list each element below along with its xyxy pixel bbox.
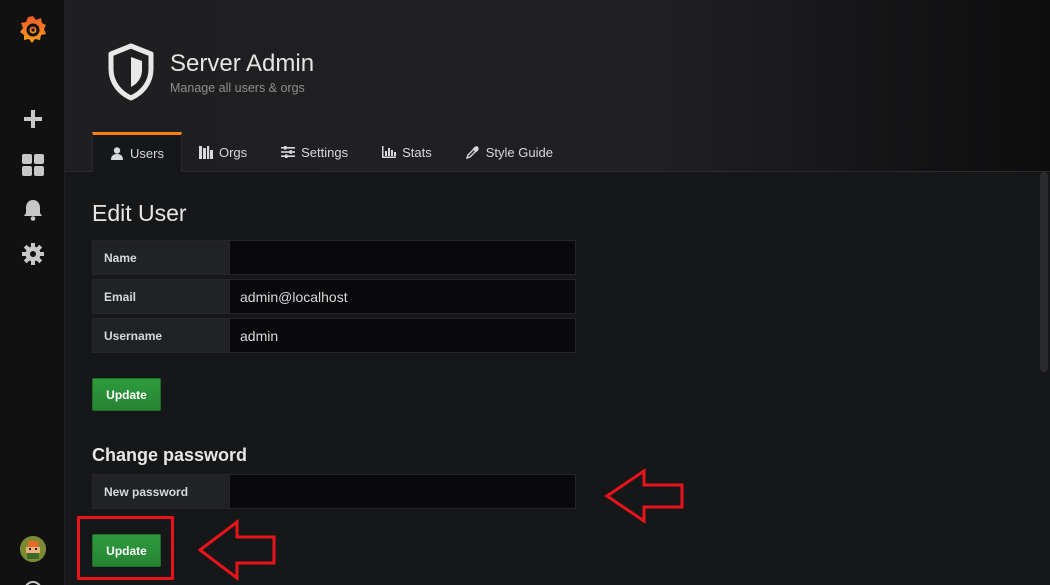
bell-icon[interactable] — [0, 190, 65, 230]
tab-label: Style Guide — [485, 144, 553, 160]
email-row: Email — [92, 279, 576, 314]
annotation-arrow-icon — [604, 468, 686, 529]
user-avatar[interactable] — [0, 529, 65, 569]
tab-stats[interactable]: Stats — [365, 132, 449, 172]
dashboards-icon[interactable] — [0, 145, 65, 185]
username-label: Username — [92, 318, 229, 353]
scrollbar[interactable] — [1040, 172, 1048, 372]
name-row: Name — [92, 240, 576, 275]
plus-icon[interactable] — [0, 99, 65, 139]
annotation-arrow-icon — [197, 518, 279, 585]
eyedropper-icon — [466, 145, 480, 159]
new-password-row: New password — [92, 474, 576, 509]
page-header: Server Admin Manage all users & orgs Use… — [65, 0, 1050, 172]
tab-label: Orgs — [218, 144, 248, 160]
sliders-icon — [281, 145, 296, 159]
avatar — [19, 536, 46, 562]
app-window: Server Admin Manage all users & orgs Use… — [0, 0, 1050, 585]
help-icon[interactable] — [0, 570, 65, 585]
bar-chart-icon — [382, 145, 397, 159]
tab-orgs[interactable]: Orgs — [182, 132, 264, 172]
section-title-change-password: Change password — [92, 445, 248, 465]
annotation-highlight-box — [77, 516, 174, 580]
building-icon — [198, 145, 213, 159]
email-field[interactable] — [229, 279, 576, 314]
username-field[interactable] — [229, 318, 576, 353]
tab-style-guide[interactable]: Style Guide — [449, 132, 570, 172]
tab-label: Users — [130, 146, 164, 161]
tab-users[interactable]: Users — [92, 132, 182, 172]
user-icon — [110, 147, 124, 161]
section-title-edit-user: Edit User — [92, 200, 187, 226]
email-label: Email — [92, 279, 229, 314]
name-label: Name — [92, 240, 229, 275]
tab-label: Settings — [301, 144, 349, 160]
page-title: Server Admin — [170, 50, 315, 77]
name-field[interactable] — [229, 240, 576, 275]
grafana-logo-icon[interactable] — [0, 10, 65, 50]
new-password-label: New password — [92, 474, 229, 509]
tab-label: Stats — [402, 144, 432, 160]
update-user-button[interactable]: Update — [92, 378, 161, 411]
tab-settings[interactable]: Settings — [264, 132, 365, 172]
username-row: Username — [92, 318, 576, 353]
sidebar — [0, 0, 65, 585]
tab-bar: Users Orgs Settings Stats Style Guide — [92, 132, 570, 172]
shield-icon — [107, 43, 155, 101]
gear-icon[interactable] — [0, 234, 65, 274]
new-password-field[interactable] — [229, 474, 576, 509]
page-subtitle: Manage all users & orgs — [170, 81, 305, 95]
